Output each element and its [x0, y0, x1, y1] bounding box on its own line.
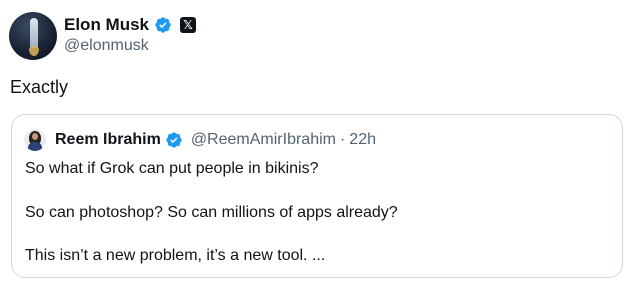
quoted-handle[interactable]: @ReemAmirIbrahim [191, 130, 336, 150]
avatar-body [28, 142, 42, 151]
rocket-icon [30, 18, 38, 48]
quoted-header: Reem Ibrahim @ReemAmirIbrahim · 22h [55, 130, 376, 150]
tweet-text: Exactly [10, 77, 69, 97]
tweet: Elon Musk 𝕏 @elonmusk Exactly Reem Ibrah… [0, 0, 634, 288]
quoted-text-line: So what if Grok can put people in bikini… [25, 160, 319, 177]
separator-dot: · [339, 131, 346, 148]
quoted-display-name[interactable]: Reem Ibrahim [55, 130, 161, 150]
rocket-flame [29, 46, 39, 56]
author-avatar[interactable] [9, 12, 57, 60]
author-display-name[interactable]: Elon Musk [64, 14, 149, 36]
author-name-row: Elon Musk 𝕏 [64, 14, 197, 36]
quoted-tweet-card[interactable]: Reem Ibrahim @ReemAmirIbrahim · 22h So w… [11, 114, 623, 278]
x-logo-icon[interactable]: 𝕏 [180, 17, 197, 33]
quoted-text-line: So can photoshop? So can millions of app… [25, 204, 398, 221]
quoted-timestamp[interactable]: 22h [349, 130, 376, 150]
verified-badge-icon [166, 132, 182, 148]
quoted-author-avatar[interactable] [24, 129, 46, 151]
author-handle[interactable]: @elonmusk [64, 36, 149, 56]
avatar-face [32, 133, 38, 140]
quoted-text-line: This isn’t a new problem, it’s a new too… [25, 247, 326, 264]
verified-badge-icon [155, 17, 171, 33]
